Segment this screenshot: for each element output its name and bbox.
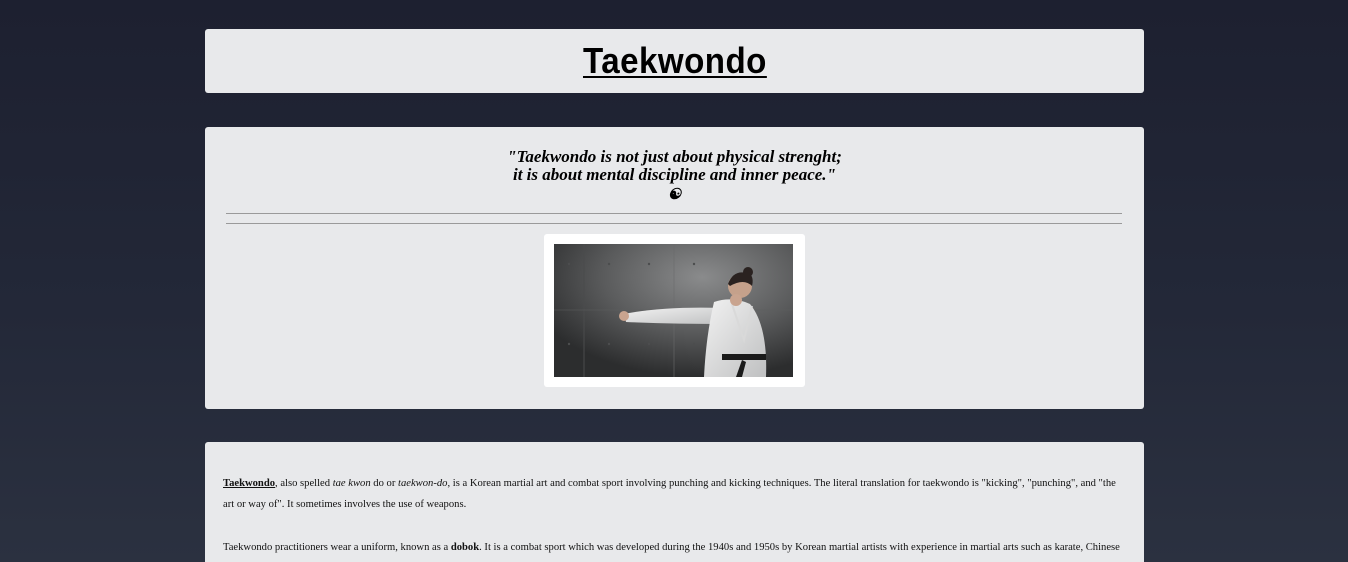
article-paragraph-2: Taekwondo practitioners wear a uniform, … xyxy=(223,537,1127,558)
quote-card: "Taekwondo is not just about physical st… xyxy=(205,127,1144,409)
quote-line-1: "Taekwondo is not just about physical st… xyxy=(507,147,842,166)
term-dobok: dobok xyxy=(450,542,480,553)
text-span: . It is a combat sport which was develop… xyxy=(479,542,1120,553)
photo-illustration xyxy=(554,244,793,377)
photo-frame xyxy=(544,234,805,387)
divider-bottom xyxy=(226,223,1122,224)
title-card: Taekwondo xyxy=(205,29,1144,93)
quote-text: "Taekwondo is not just about physical st… xyxy=(205,148,1144,204)
alt-spelling-2: taekwon-do xyxy=(398,478,448,489)
quote-line-2: it is about mental discipline and inner … xyxy=(512,165,836,184)
yin-yang-icon: ☯ xyxy=(667,187,682,203)
taekwondo-photo xyxy=(554,244,793,377)
text-span: do or xyxy=(370,478,399,489)
article-paragraph-1: Taekwondo, also spelled tae kwon do or t… xyxy=(223,473,1127,515)
alt-spelling-1: tae kwon xyxy=(332,478,371,489)
page-title: Taekwondo xyxy=(582,40,767,81)
article-card: Taekwondo, also spelled tae kwon do or t… xyxy=(205,442,1144,562)
text-span: Taekwondo practitioners wear a uniform, … xyxy=(223,542,451,553)
term-taekwondo: Taekwondo xyxy=(223,478,276,489)
text-span: , also spelled xyxy=(275,478,333,489)
divider-top xyxy=(226,213,1122,214)
